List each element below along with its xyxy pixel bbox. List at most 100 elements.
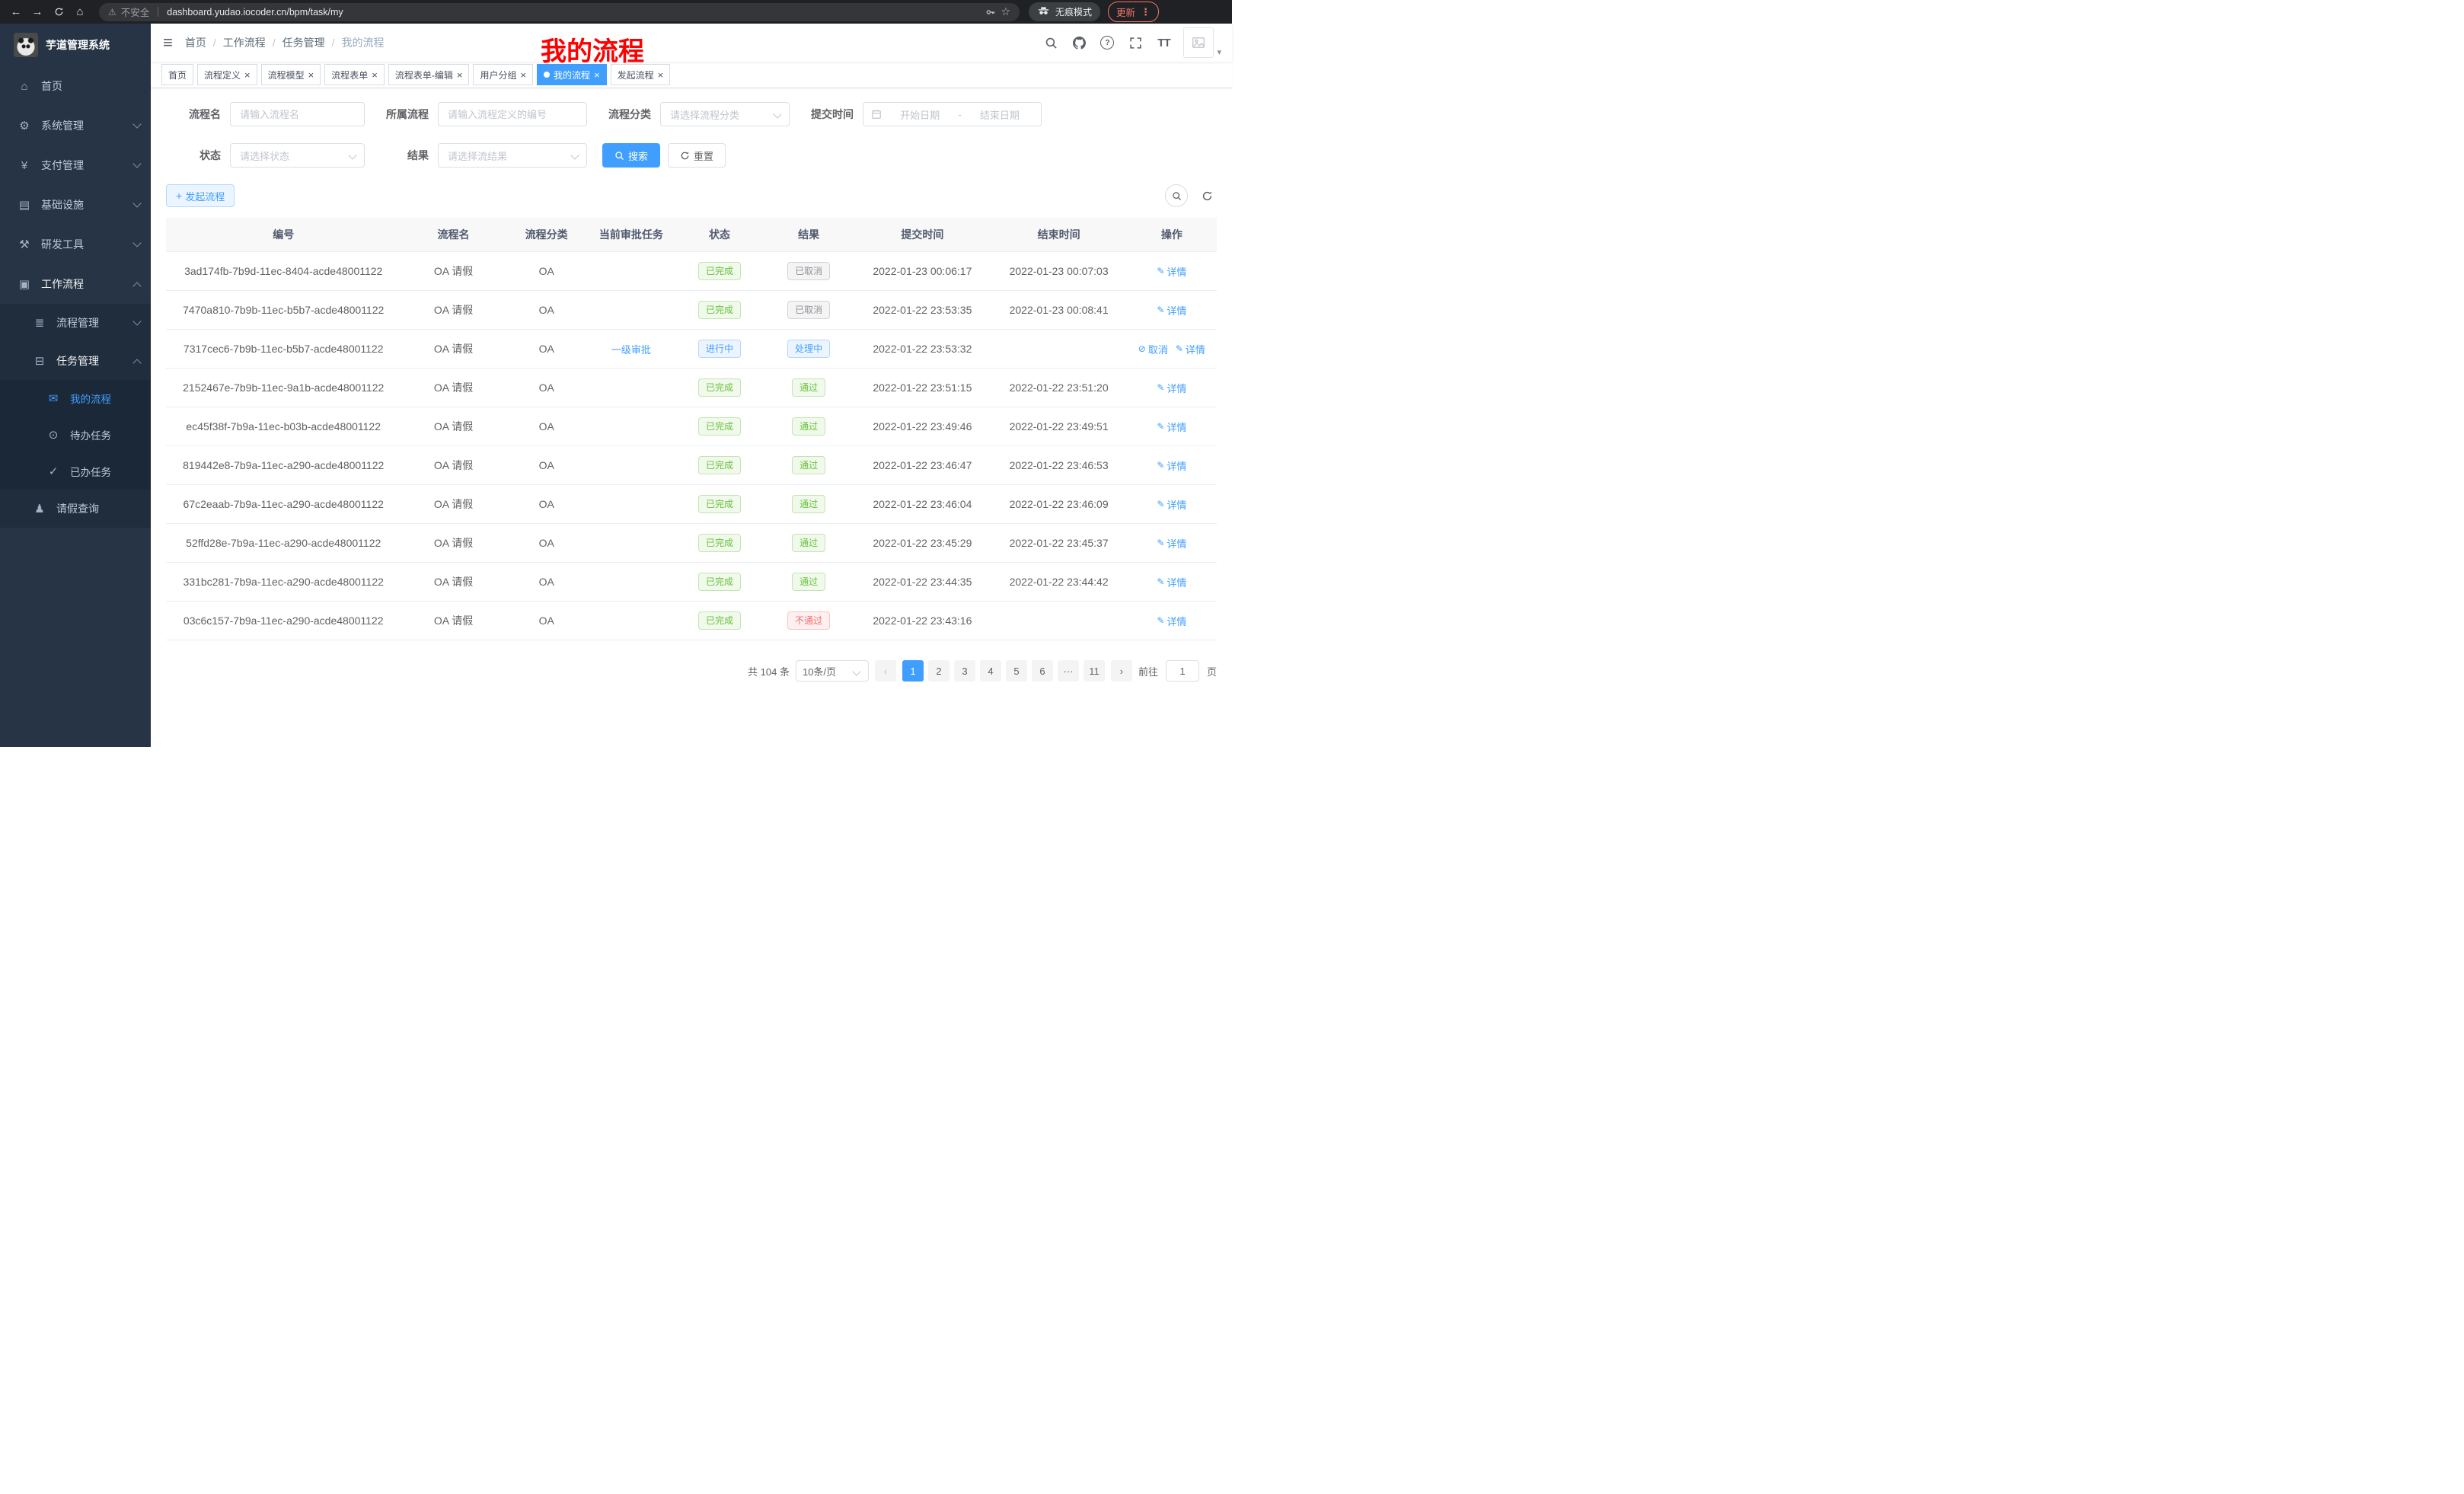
search-button[interactable]: 搜索 [602, 143, 660, 168]
process-category-select[interactable]: 请选择流程分类 [660, 102, 790, 126]
chrome-update-button[interactable]: 更新 ⋮ [1108, 2, 1159, 22]
tab-process-definition[interactable]: 流程定义× [197, 64, 257, 85]
toggle-search-button[interactable] [1165, 184, 1188, 207]
header-search-button[interactable] [1039, 31, 1062, 54]
help-button[interactable]: ? [1096, 31, 1119, 54]
tab-close-icon[interactable]: × [244, 70, 251, 80]
pager-more[interactable]: ··· [1058, 660, 1079, 682]
sidebar-item-task-management[interactable]: ⊟任务管理 [0, 342, 151, 380]
tab-close-icon[interactable]: × [594, 70, 600, 80]
sidebar-item-payment-management[interactable]: ¥支付管理 [0, 145, 151, 185]
refresh-table-button[interactable] [1197, 186, 1217, 206]
tab-process-form-edit[interactable]: 流程表单-编辑× [388, 64, 470, 85]
browser-home-icon[interactable]: ⌂ [70, 2, 90, 22]
process-definition-input[interactable] [438, 102, 587, 126]
detail-link[interactable]: ✎详情 [1157, 497, 1186, 512]
browser-menu-icon[interactable]: ⋮ [1141, 6, 1151, 18]
browser-forward-icon[interactable]: → [27, 2, 47, 22]
cell-result: 已取消 [764, 252, 854, 291]
pager-prev-button[interactable]: ‹ [875, 660, 896, 682]
sidebar-item-system-management[interactable]: ⚙系统管理 [0, 106, 151, 145]
detail-label: 详情 [1167, 381, 1186, 395]
browser-refresh-icon[interactable] [49, 2, 69, 22]
edit-icon: ✎ [1157, 576, 1164, 587]
cell-task [587, 485, 675, 524]
top-navbar: ≡ 首页 / 工作流程 / 任务管理 / 我的流程 [151, 24, 1232, 62]
reset-button[interactable]: 重置 [668, 143, 726, 168]
detail-link[interactable]: ✎详情 [1157, 264, 1186, 279]
cell-id: 7317cec6-7b9b-11ec-b5b7-acde48001122 [166, 330, 401, 369]
breadcrumb-item-current: 我的流程 [342, 35, 385, 50]
approval-task-link[interactable]: 一级审批 [611, 342, 651, 356]
submit-time-range-picker[interactable]: 开始日期 - 结束日期 [863, 102, 1042, 126]
refresh-icon [1202, 190, 1213, 202]
detail-link[interactable]: ✎详情 [1176, 342, 1205, 356]
page-size-select[interactable]: 10条/页 [796, 660, 869, 682]
detail-link[interactable]: ✎详情 [1157, 614, 1186, 628]
create-process-button[interactable]: + 发起流程 [166, 184, 235, 207]
detail-link[interactable]: ✎详情 [1157, 381, 1186, 395]
sidebar-item-home[interactable]: ⌂首页 [0, 66, 151, 106]
breadcrumb-item-task-management[interactable]: 任务管理 [282, 35, 325, 50]
cell-submit-time: 2022-01-22 23:53:32 [854, 330, 991, 369]
goto-page-input[interactable] [1166, 660, 1199, 682]
pager-page-4[interactable]: 4 [980, 660, 1001, 682]
cell-id: 03c6c157-7b9a-11ec-a290-acde48001122 [166, 602, 401, 640]
sidebar-item-label: 我的流程 [70, 391, 111, 406]
tab-process-model[interactable]: 流程模型× [261, 64, 321, 85]
cell-name: OA 请假 [401, 563, 506, 602]
cell-actions: ✎详情 [1127, 485, 1217, 524]
result-select[interactable]: 请选择流结果 [438, 143, 587, 168]
tab-close-icon[interactable]: × [520, 70, 526, 80]
pager-page-6[interactable]: 6 [1032, 660, 1053, 682]
tab-my-process[interactable]: 我的流程× [537, 64, 607, 85]
github-button[interactable] [1068, 31, 1090, 54]
detail-link[interactable]: ✎详情 [1157, 575, 1186, 589]
tab-user-group[interactable]: 用户分组× [473, 64, 533, 85]
tab-close-icon[interactable]: × [658, 70, 664, 80]
sidebar-item-process-management[interactable]: ≣流程管理 [0, 304, 151, 342]
user-avatar[interactable]: ▾ [1183, 27, 1221, 58]
tab-close-icon[interactable]: × [457, 70, 463, 80]
sidebar-item-infrastructure[interactable]: ▤基础设施 [0, 185, 151, 225]
detail-link[interactable]: ✎详情 [1157, 420, 1186, 434]
app-logo[interactable]: 芋道管理系统 [0, 24, 151, 66]
bookmark-star-icon[interactable]: ☆ [1001, 5, 1010, 18]
address-bar[interactable]: ⚠ 不安全 dashboard.yudao.iocoder.cn/bpm/tas… [99, 3, 1020, 21]
process-name-input[interactable] [230, 102, 365, 126]
pager-page-5[interactable]: 5 [1006, 660, 1027, 682]
fullscreen-button[interactable] [1124, 31, 1147, 54]
pager-page-1[interactable]: 1 [902, 660, 924, 682]
tab-close-icon[interactable]: × [308, 70, 314, 80]
tab-close-icon[interactable]: × [372, 70, 378, 80]
column-header-4: 状态 [675, 218, 764, 252]
breadcrumb-item-workflow[interactable]: 工作流程 [223, 35, 266, 50]
sidebar-item-dev-tools[interactable]: ⚒研发工具 [0, 225, 151, 264]
sidebar-item-workflow[interactable]: ▣工作流程 [0, 264, 151, 304]
hamburger-icon[interactable]: ≡ [151, 34, 185, 51]
cell-task [587, 252, 675, 291]
sidebar-item-leave-query[interactable]: ♟请假查询 [0, 490, 151, 528]
detail-link[interactable]: ✎详情 [1157, 458, 1186, 473]
pager-page-11[interactable]: 11 [1084, 660, 1105, 682]
sidebar-item-my-process[interactable]: ✉我的流程 [0, 380, 151, 417]
cell-category: OA [506, 563, 587, 602]
pager-next-button[interactable]: › [1111, 660, 1132, 682]
status-select[interactable]: 请选择状态 [230, 143, 365, 168]
tab-process-form[interactable]: 流程表单× [324, 64, 385, 85]
detail-link[interactable]: ✎详情 [1157, 303, 1186, 318]
breadcrumb-item-home[interactable]: 首页 [185, 35, 206, 50]
browser-back-icon[interactable]: ← [6, 2, 26, 22]
font-size-button[interactable]: TT [1152, 31, 1175, 54]
tab-home[interactable]: 首页 [161, 64, 193, 85]
detail-link[interactable]: ✎详情 [1157, 536, 1186, 551]
sidebar-item-label: 系统管理 [41, 118, 84, 133]
tab-start-process[interactable]: 发起流程× [611, 64, 671, 85]
cancel-link[interactable]: ⊘取消 [1138, 342, 1168, 356]
sidebar-item-todo-tasks[interactable]: ⊙待办任务 [0, 417, 151, 453]
password-key-icon[interactable] [985, 7, 996, 18]
pager-page-3[interactable]: 3 [954, 660, 975, 682]
pager-page-2[interactable]: 2 [928, 660, 950, 682]
sidebar-item-done-tasks[interactable]: ✓已办任务 [0, 453, 151, 490]
column-header-1: 流程名 [401, 218, 506, 252]
